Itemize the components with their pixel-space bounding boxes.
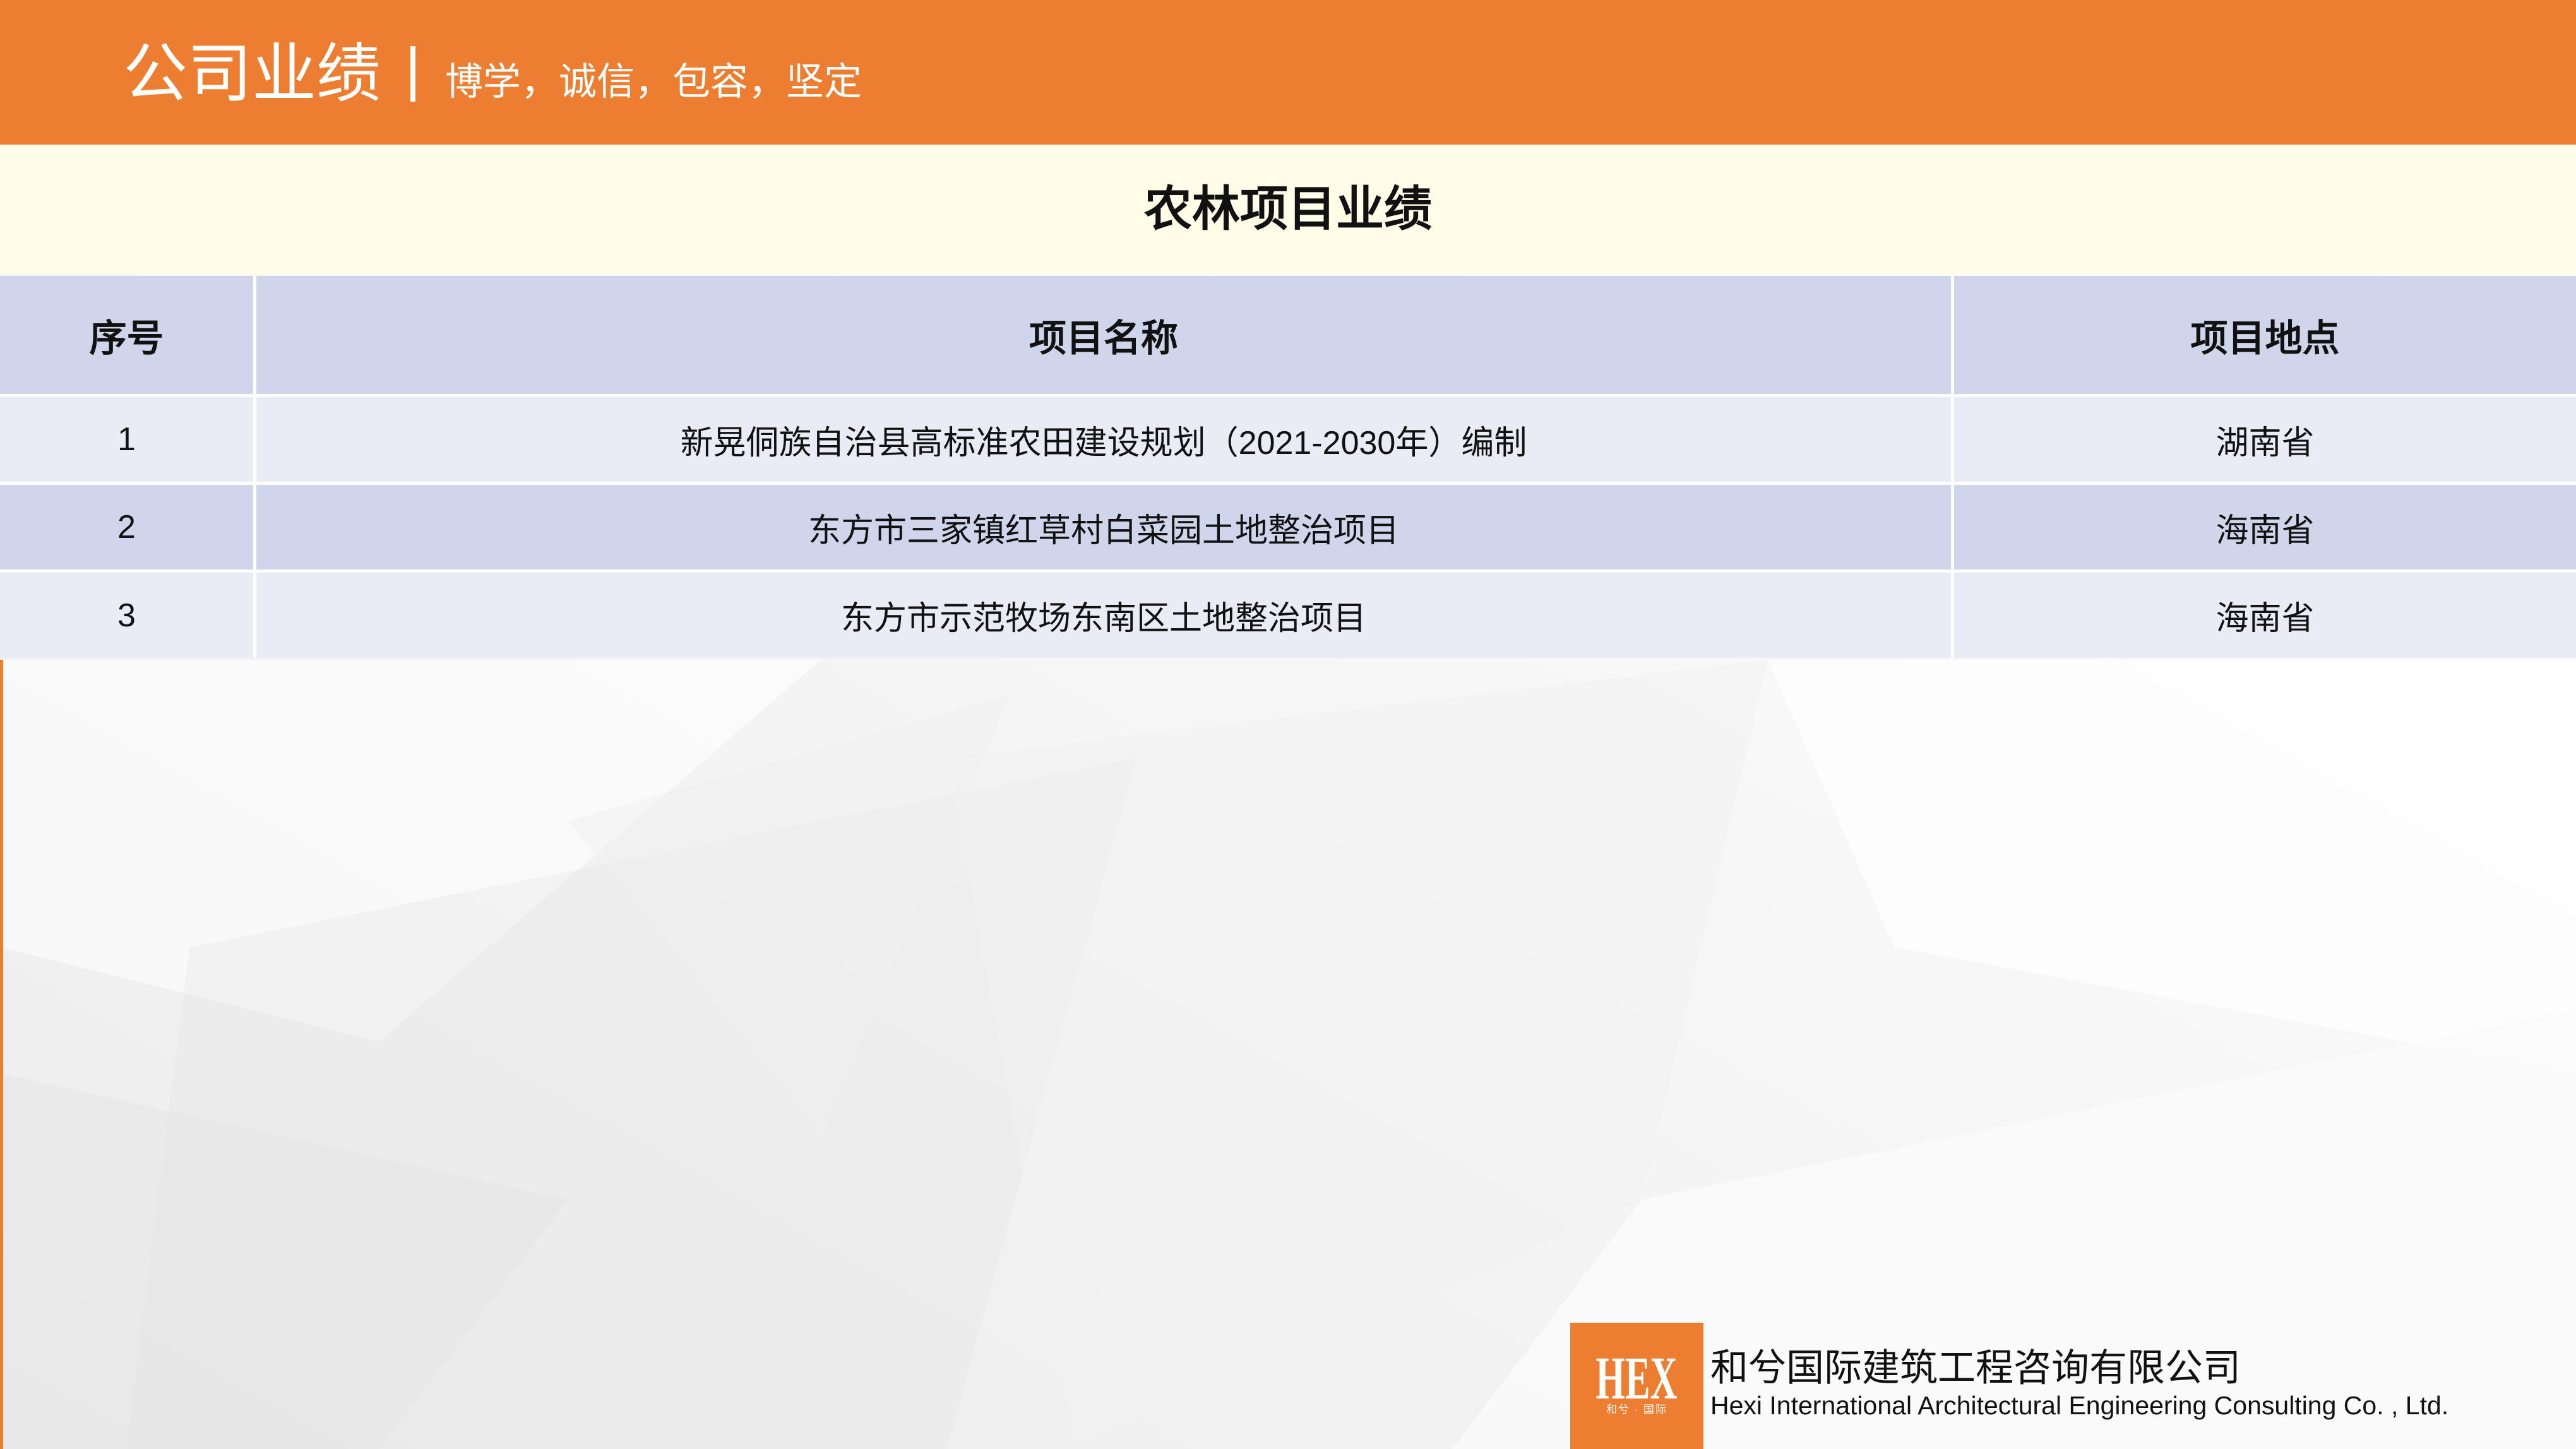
table-cell-project-name: 东方市三家镇红草村白菜园土地整治项目 (256, 485, 1951, 569)
logo-wordmark: HEX (1570, 1348, 1703, 1409)
header-bar: 公司业绩 博学，诚信，包容，坚定 (0, 0, 2576, 145)
table-cell-index: 1 (0, 397, 253, 482)
table-cell-location: 海南省 (1954, 485, 2576, 569)
table-cell-project-name: 新晃侗族自治县高标准农田建设规划（2021-2030年）编制 (256, 397, 1951, 482)
table-cell-location: 湖南省 (1954, 397, 2576, 482)
page-title: 公司业绩 (123, 38, 381, 110)
left-accent-line (0, 660, 3, 1449)
slogan: 博学，诚信，包容，坚定 (445, 61, 862, 103)
section-band: 农林项目业绩 (0, 145, 2576, 275)
table-cell-index: 3 (0, 573, 253, 658)
table-cell-project-name: 东方市示范牧场东南区土地整治项目 (256, 573, 1951, 658)
performance-table: 序号 项目名称 项目地点 1 新晃侗族自治县高标准农田建设规划（2021-203… (0, 276, 2576, 658)
company-logo: HEX 和兮 · 国际 (1570, 1323, 1703, 1449)
table-cell-location: 海南省 (1954, 573, 2576, 658)
company-name-chinese: 和兮国际建筑工程咨询有限公司 (1710, 1347, 2241, 1389)
column-header-project-name: 项目名称 (256, 276, 1951, 394)
title-separator (410, 46, 415, 102)
section-title: 农林项目业绩 (1144, 182, 1432, 236)
logo-wordmark-text: HEX (1596, 1344, 1678, 1412)
column-header-location: 项目地点 (1954, 276, 2576, 394)
logo-subtext: 和兮 · 国际 (1606, 1404, 1668, 1416)
company-name-english: Hexi International Architectural Enginee… (1710, 1391, 2449, 1420)
column-header-index: 序号 (0, 276, 253, 394)
table-cell-index: 2 (0, 485, 253, 569)
